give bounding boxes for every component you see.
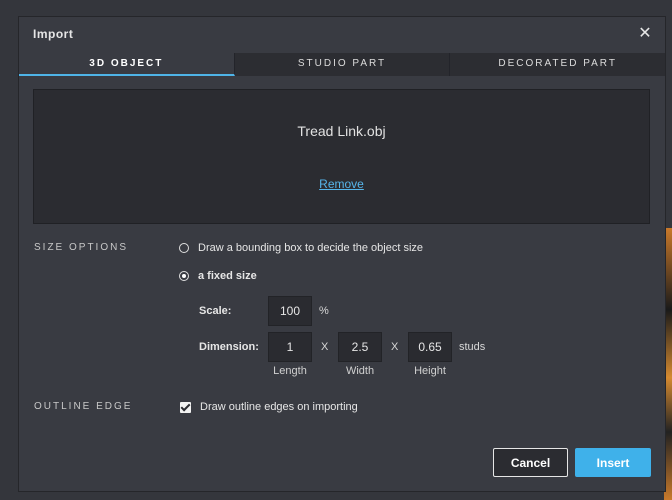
radio-fixed-size-label: a fixed size — [198, 270, 257, 282]
outline-checkbox-row[interactable]: Draw outline edges on importing — [180, 401, 358, 413]
dialog-title: Import — [33, 27, 74, 41]
scale-unit: % — [319, 305, 329, 317]
import-dialog: Import ✕ 3D OBJECT STUDIO PART DECORATED… — [18, 16, 666, 492]
dimension-label: Dimension: — [199, 341, 259, 353]
dimension-separator-2: X — [391, 341, 399, 353]
radio-bounding-box-label: Draw a bounding box to decide the object… — [198, 242, 424, 254]
radio-fixed-size[interactable]: a fixed size — [179, 269, 257, 283]
tab-3d-object[interactable]: 3D OBJECT — [19, 53, 235, 76]
dialog-titlebar: Import ✕ — [19, 17, 665, 53]
scale-input[interactable] — [268, 296, 312, 326]
width-input[interactable] — [338, 332, 382, 362]
radio-bounding-box[interactable]: Draw a bounding box to decide the object… — [179, 241, 423, 255]
tab-studio-part[interactable]: STUDIO PART — [234, 53, 451, 76]
close-icon[interactable]: ✕ — [637, 26, 653, 42]
dimension-separator-1: X — [321, 341, 329, 353]
width-caption: Width — [345, 365, 375, 377]
radio-unchecked-icon[interactable] — [179, 243, 189, 253]
file-dropzone[interactable]: Tread Link.obj Remove — [33, 89, 650, 224]
import-tabs: 3D OBJECT STUDIO PART DECORATED PART — [19, 53, 666, 76]
height-input[interactable] — [408, 332, 452, 362]
tab-decorated-part[interactable]: DECORATED PART — [450, 53, 666, 76]
insert-button[interactable]: Insert — [575, 448, 651, 477]
length-input[interactable] — [268, 332, 312, 362]
outline-checkbox-label: Draw outline edges on importing — [200, 401, 358, 413]
outline-edge-label: OUTLINE EDGE — [34, 401, 133, 412]
scale-label: Scale: — [199, 305, 232, 317]
remove-link-container: Remove — [34, 175, 649, 193]
size-options-label: SIZE OPTIONS — [34, 242, 129, 253]
file-name: Tread Link.obj — [297, 123, 386, 139]
height-caption: Height — [414, 365, 446, 377]
checkbox-checked-icon[interactable] — [180, 401, 191, 413]
radio-checked-icon[interactable] — [179, 271, 189, 281]
length-caption: Length — [273, 365, 307, 377]
cancel-button[interactable]: Cancel — [493, 448, 568, 477]
remove-link[interactable]: Remove — [319, 177, 364, 191]
dimension-unit: studs — [459, 341, 486, 353]
